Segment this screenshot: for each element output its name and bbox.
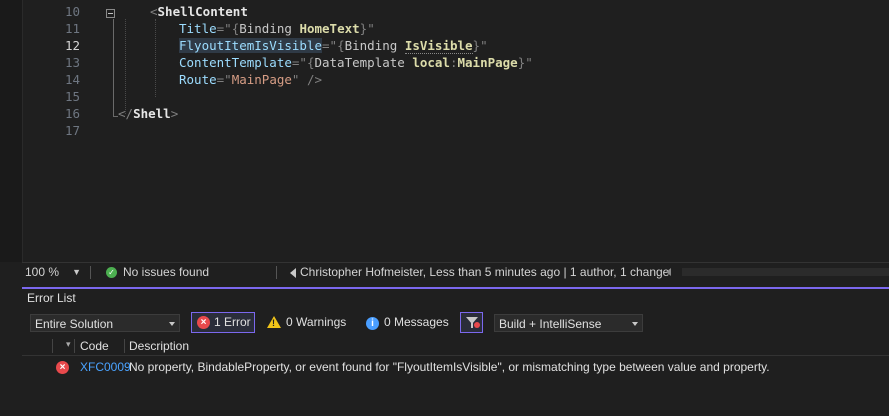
codelens-prev-icon[interactable] bbox=[290, 268, 296, 278]
editor-status-bar: 100 % ▼ ✓ No issues found Christopher Ho… bbox=[22, 262, 889, 282]
code-token: " /> bbox=[291, 72, 323, 87]
code-token: MainPage bbox=[231, 72, 292, 87]
chevron-down-icon: ▼ bbox=[72, 267, 81, 277]
code-token: > bbox=[170, 106, 179, 121]
chevron-down-icon bbox=[169, 322, 175, 326]
code-text: Route="MainPage" /> bbox=[179, 71, 322, 88]
messages-count: 0 Messages bbox=[384, 315, 449, 329]
filter-button[interactable] bbox=[460, 312, 483, 333]
error-icon: × bbox=[197, 316, 210, 329]
code-token: MainPage bbox=[457, 55, 518, 70]
column-divider[interactable] bbox=[124, 339, 125, 353]
errors-count: 1 Error bbox=[214, 315, 251, 329]
line-number: 10 bbox=[64, 4, 80, 19]
code-token: local bbox=[412, 55, 450, 70]
code-token: ShellContent bbox=[157, 4, 248, 19]
line-number: 11 bbox=[64, 21, 80, 36]
error-code-link[interactable]: XFC0009 bbox=[80, 357, 131, 377]
panel-title[interactable]: Error List bbox=[27, 291, 76, 305]
code-token: Binding bbox=[344, 38, 405, 53]
code-token: Binding bbox=[239, 21, 300, 36]
column-divider[interactable] bbox=[74, 339, 75, 353]
code-editor[interactable]: 10 <ShellContent 11 Title="{Binding HomeTex… bbox=[0, 0, 889, 262]
line-number: 15 bbox=[64, 89, 80, 104]
code-token: FlyoutItemIsVisible bbox=[179, 38, 322, 53]
code-text: ContentTemplate="{DataTemplate local:Mai… bbox=[179, 54, 533, 71]
code-line[interactable]: 17 bbox=[0, 122, 889, 139]
code-text: Title="{Binding HomeText}" bbox=[179, 20, 375, 37]
funnel-stem bbox=[471, 323, 473, 328]
fold-guide-end bbox=[113, 116, 118, 117]
code-token: " bbox=[480, 38, 488, 53]
info-icon: i bbox=[366, 317, 379, 330]
scope-select[interactable]: Entire Solution bbox=[30, 314, 180, 332]
indent-guide bbox=[155, 19, 156, 97]
divider bbox=[90, 266, 91, 279]
divider bbox=[276, 266, 277, 279]
code-token: =" bbox=[322, 38, 338, 53]
code-token: < bbox=[150, 4, 158, 19]
fold-collapse-icon[interactable] bbox=[106, 9, 115, 18]
error-table-header: ▾ Code Description bbox=[22, 337, 889, 356]
code-line[interactable]: 12 FlyoutItemIsVisible="{Binding IsVisibl… bbox=[0, 37, 889, 54]
code-token: Shell bbox=[133, 106, 171, 121]
code-token: =" bbox=[216, 72, 232, 87]
code-line[interactable]: 16 </Shell> bbox=[0, 105, 889, 122]
code-line[interactable]: 14 Route="MainPage" /> bbox=[0, 71, 889, 88]
code-token: { bbox=[337, 38, 345, 53]
zoom-level: 100 % bbox=[25, 265, 60, 279]
warning-mark: ! bbox=[272, 318, 275, 328]
code-line[interactable]: 13 ContentTemplate="{DataTemplate local:M… bbox=[0, 54, 889, 71]
code-text: </Shell> bbox=[118, 105, 178, 122]
code-token: " bbox=[367, 21, 375, 36]
code-token: Title bbox=[179, 21, 217, 36]
chevron-down-icon bbox=[632, 322, 638, 326]
error-description: No property, BindableProperty, or event … bbox=[129, 360, 770, 374]
code-text: <ShellContent bbox=[150, 3, 248, 20]
check-circle-icon: ✓ bbox=[106, 267, 117, 278]
filter-active-icon bbox=[474, 322, 480, 328]
scope-value: Entire Solution bbox=[35, 317, 114, 331]
zoom-select[interactable]: 100 % ▼ bbox=[25, 263, 83, 281]
error-row[interactable]: × XFC0009 No property, BindableProperty,… bbox=[22, 357, 889, 377]
code-line[interactable]: 15 bbox=[0, 88, 889, 105]
code-token: : bbox=[449, 55, 458, 70]
indent-guide bbox=[125, 19, 126, 114]
code-token: Route bbox=[179, 72, 217, 87]
build-filter-select[interactable]: Build + IntelliSense bbox=[494, 314, 643, 332]
code-line[interactable]: 10 <ShellContent bbox=[0, 3, 889, 20]
code-token: HomeText bbox=[299, 21, 360, 36]
code-token: DataTemplate bbox=[314, 55, 413, 70]
code-token: =" bbox=[291, 55, 307, 70]
column-divider[interactable] bbox=[52, 339, 53, 353]
column-header-description[interactable]: Description bbox=[129, 338, 189, 354]
code-token: IsVisible bbox=[404, 38, 473, 54]
issues-status[interactable]: No issues found bbox=[123, 263, 209, 282]
horizontal-scrollbar[interactable] bbox=[682, 268, 889, 276]
column-header-code[interactable]: Code bbox=[80, 338, 109, 354]
error-list-toolbar: Entire Solution × 1 Error ! 0 Warnings i… bbox=[22, 309, 889, 335]
build-filter-value: Build + IntelliSense bbox=[499, 317, 602, 331]
errors-filter-button[interactable]: × 1 Error bbox=[191, 312, 255, 333]
line-number: 14 bbox=[64, 72, 80, 87]
error-list-panel: Error List Entire Solution × 1 Error ! 0… bbox=[22, 287, 889, 416]
line-number: 12 bbox=[64, 38, 80, 53]
code-token: " bbox=[525, 55, 533, 70]
error-icon: × bbox=[56, 361, 69, 374]
line-number: 17 bbox=[64, 123, 80, 138]
fold-guide-line bbox=[113, 19, 114, 116]
codelens-info[interactable]: Christopher Hofmeister, Less than 5 minu… bbox=[300, 263, 669, 282]
code-token: } bbox=[472, 38, 481, 53]
code-token: =" bbox=[216, 21, 232, 36]
code-token: ContentTemplate bbox=[179, 55, 292, 70]
warnings-count: 0 Warnings bbox=[286, 315, 347, 329]
sort-icon[interactable]: ▾ bbox=[66, 339, 71, 350]
line-number: 16 bbox=[64, 106, 80, 121]
code-line[interactable]: 11 Title="{Binding HomeText}" bbox=[0, 20, 889, 37]
line-number: 13 bbox=[64, 55, 80, 70]
scroll-left-icon[interactable] bbox=[666, 268, 671, 276]
code-text: FlyoutItemIsVisible="{Binding IsVisible}… bbox=[179, 37, 488, 54]
